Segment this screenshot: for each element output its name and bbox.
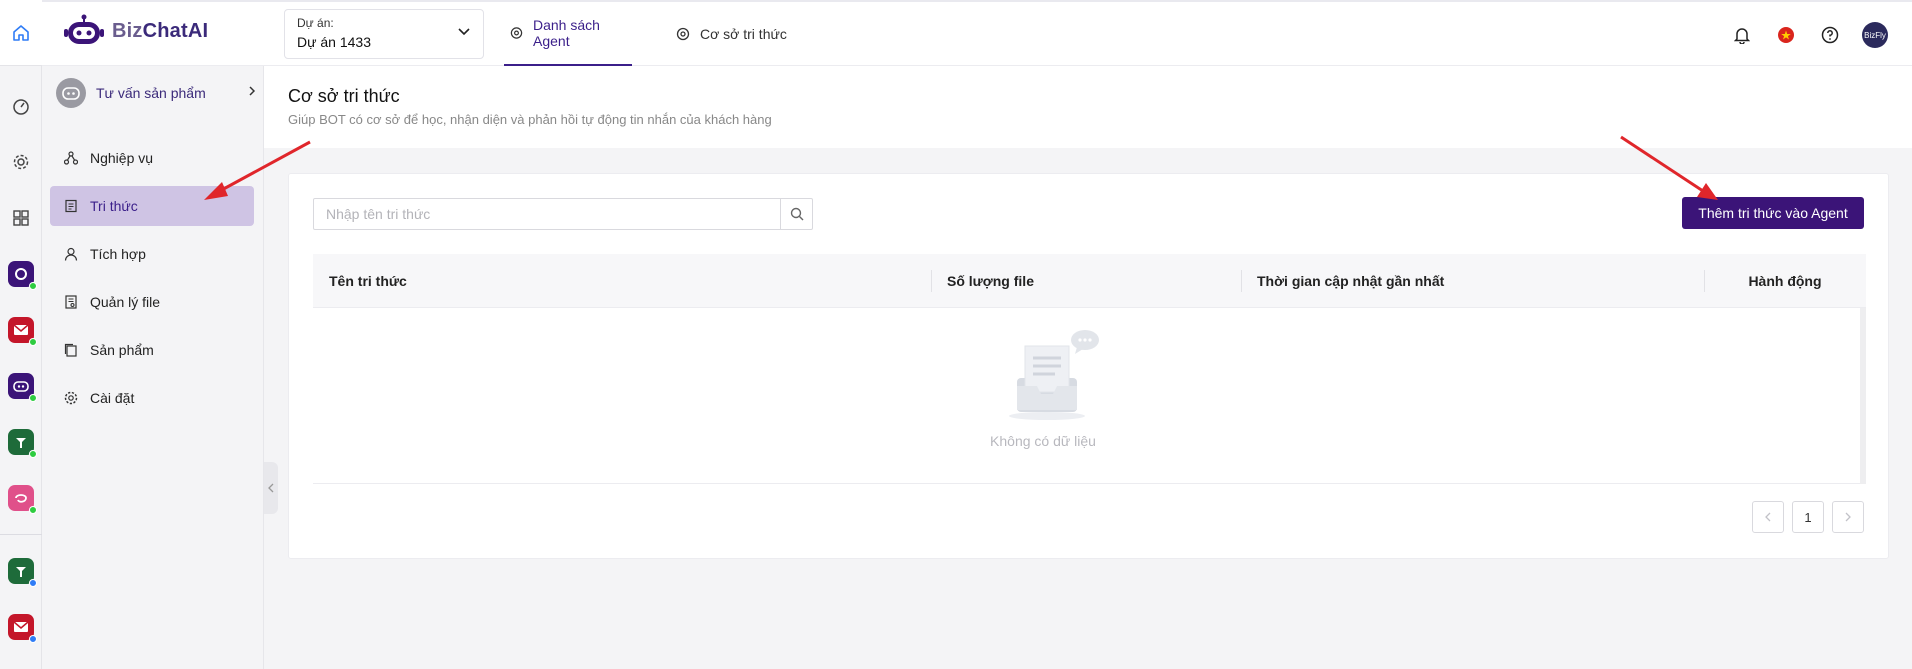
column-header: Tên tri thức xyxy=(329,272,407,289)
add-dot xyxy=(29,635,37,643)
next-page-button[interactable] xyxy=(1832,501,1864,533)
app-mail-icon[interactable] xyxy=(8,317,37,346)
add-knowledge-button[interactable]: Thêm tri thức vào Agent xyxy=(1682,197,1864,229)
collapse-sidebar-handle[interactable] xyxy=(264,462,278,514)
online-dot xyxy=(29,394,37,402)
agent-avatar xyxy=(56,78,86,108)
empty-text: Không có dữ liệu xyxy=(990,433,1096,449)
online-dot xyxy=(29,450,37,458)
settings-icon[interactable] xyxy=(9,150,33,174)
atom-icon xyxy=(676,27,690,41)
project-selector[interactable]: Dự án: Dự án 1433 xyxy=(284,9,484,59)
column-header: Hành động xyxy=(1704,254,1866,308)
chevron-right-icon xyxy=(249,86,256,96)
knowledge-card: Thêm tri thức vào Agent Tên tri thức Số … xyxy=(288,173,1889,559)
sidebar-item-label: Cài đặt xyxy=(90,390,135,406)
online-dot xyxy=(29,338,37,346)
app-rail xyxy=(0,0,42,669)
chevron-left-icon xyxy=(1765,512,1771,522)
file-icon xyxy=(65,295,77,309)
table-header: Tên tri thức Số lượng file Thời gian cập… xyxy=(313,254,1866,308)
agent-selector[interactable]: Tư vấn sản phẩm xyxy=(56,76,256,110)
online-dot xyxy=(29,282,37,290)
tab-label: Danh sách Agent xyxy=(533,17,600,49)
column-header: Số lượng file xyxy=(931,254,1241,308)
search-icon xyxy=(790,207,803,221)
project-value: Dự án 1433 xyxy=(297,34,371,50)
knowledge-table: Tên tri thức Số lượng file Thời gian cập… xyxy=(313,254,1866,484)
add-dot xyxy=(29,579,37,587)
empty-state: Không có dữ liệu xyxy=(990,326,1103,449)
prev-page-button[interactable] xyxy=(1752,501,1784,533)
app-mail-add-icon[interactable] xyxy=(8,614,37,643)
gear-icon xyxy=(64,391,78,405)
brand-name: BizChatAI xyxy=(112,19,209,42)
sidebar-item-san-pham[interactable]: Sản phẩm xyxy=(50,330,254,370)
chevron-right-icon xyxy=(1845,512,1851,522)
document-icon xyxy=(65,199,77,213)
sidebar-item-tri-thuc[interactable]: Tri thức xyxy=(50,186,254,226)
project-label: Dự án: xyxy=(297,16,334,30)
workflow-icon xyxy=(64,151,78,165)
app-pink-icon[interactable] xyxy=(8,485,37,514)
help-icon[interactable] xyxy=(1818,23,1842,47)
top-header: BizChatAI Dự án: Dự án 1433 Danh sách Ag… xyxy=(42,0,1912,66)
column-header: Thời gian cập nhật gần nhất xyxy=(1241,254,1704,308)
atom-icon xyxy=(510,27,523,39)
sidebar-item-cai-dat[interactable]: Cài đặt xyxy=(50,378,254,418)
app-green-add-icon[interactable] xyxy=(8,558,37,587)
sidebar-item-tich-hop[interactable]: Tích hợp xyxy=(50,234,254,274)
page-number[interactable]: 1 xyxy=(1792,501,1824,533)
sidebar-item-label: Sản phẩm xyxy=(90,342,154,358)
dashboard-icon[interactable] xyxy=(9,94,33,118)
bell-icon[interactable] xyxy=(1730,23,1754,47)
tab-agent-list[interactable]: Danh sách Agent xyxy=(504,2,632,66)
user-icon xyxy=(64,247,78,261)
sidebar-item-nghiep-vu[interactable]: Nghiệp vụ xyxy=(50,138,254,178)
agent-name: Tư vấn sản phẩm xyxy=(96,85,206,101)
home-icon[interactable] xyxy=(0,0,42,66)
rail-divider xyxy=(0,534,42,535)
chevron-left-icon xyxy=(268,483,274,493)
app-chat-icon[interactable] xyxy=(8,261,37,290)
tab-knowledge-base[interactable]: Cơ sở tri thức xyxy=(676,2,787,66)
table-body: Không có dữ liệu xyxy=(313,308,1866,484)
search-box xyxy=(313,198,813,230)
tab-label: Cơ sở tri thức xyxy=(700,26,787,42)
search-button[interactable] xyxy=(780,199,812,229)
sidebar-item-quan-ly-file[interactable]: Quản lý file xyxy=(50,282,254,322)
sidebar-item-label: Nghiệp vụ xyxy=(90,150,154,166)
pagination: 1 xyxy=(1752,501,1864,533)
page-title: Cơ sở tri thức xyxy=(288,86,400,106)
search-input[interactable] xyxy=(314,199,780,229)
table-scrollbar[interactable] xyxy=(1860,308,1866,484)
page-heading: Cơ sở tri thức Giúp BOT có cơ sở để học,… xyxy=(264,66,1912,148)
product-icon xyxy=(64,343,77,357)
brand-logo[interactable]: BizChatAI xyxy=(64,14,208,48)
sidebar-item-label: Quản lý file xyxy=(90,294,161,310)
page-subtitle: Giúp BOT có cơ sở để học, nhận diện và p… xyxy=(288,112,772,127)
sidebar-item-label: Tích hợp xyxy=(90,246,146,262)
header-actions: BizFly xyxy=(1730,22,1888,48)
online-dot xyxy=(29,506,37,514)
chevron-down-icon xyxy=(458,28,470,36)
agent-sidebar: Tư vấn sản phẩm Nghiệp vụ Tri thức Tích … xyxy=(42,66,278,669)
vietnam-flag-icon[interactable] xyxy=(1774,23,1798,47)
empty-inbox-icon xyxy=(1009,330,1099,420)
bot-logo-icon xyxy=(64,14,104,44)
apps-grid-icon[interactable] xyxy=(9,206,33,230)
app-green-icon[interactable] xyxy=(8,429,37,458)
app-bot-icon[interactable] xyxy=(8,373,37,402)
sidebar-item-label: Tri thức xyxy=(90,198,138,214)
avatar[interactable]: BizFly xyxy=(1862,22,1888,48)
